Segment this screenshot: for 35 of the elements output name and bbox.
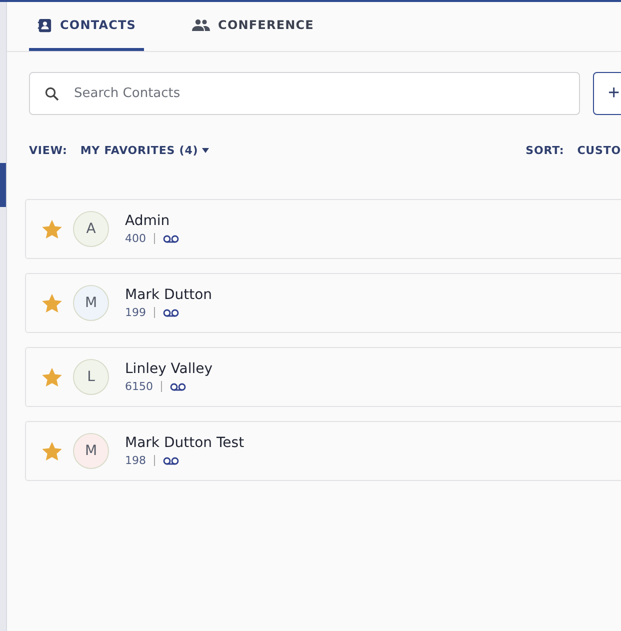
avatar: M [73,433,109,469]
sort-label: SORT: [526,144,564,157]
voicemail-icon[interactable] [163,456,179,464]
star-icon[interactable] [41,292,63,314]
star-icon[interactable] [41,218,63,240]
search-field[interactable]: Search Contacts [29,72,580,115]
contact-name: Admin [125,213,171,229]
tab[interactable]: CONTACTS [29,2,144,51]
view-label: VIEW: [29,144,68,157]
voicemail-icon[interactable] [170,382,186,390]
extension: 199 [125,306,146,319]
contact-name: Mark Dutton [125,287,212,303]
avatar: L [73,359,109,395]
people-icon [192,19,210,31]
address-book-icon [37,18,52,32]
caret-icon[interactable] [202,148,210,153]
star-icon[interactable] [41,440,63,462]
add-button[interactable]: + [593,72,621,115]
sort-dropdown[interactable]: CUSTO [577,144,621,157]
extension: 198 [125,454,146,467]
extension: 400 [125,232,146,245]
contact-card[interactable]: A Admin 400 [25,199,621,259]
voicemail-icon[interactable] [163,308,179,316]
contact-card[interactable]: L Linley Valley 6150 [25,347,621,407]
contact-name: Linley Valley [125,361,213,377]
view-dropdown[interactable]: MY FAVORITES (4) [80,144,198,157]
contact-name: Mark Dutton Test [125,435,244,451]
contact-card[interactable]: M Mark Dutton Test 198 [25,421,621,481]
extension: 6150 [125,380,153,393]
avatar: A [73,211,109,247]
star-icon[interactable] [41,366,63,388]
contact-card[interactable]: M Mark Dutton 199 [25,273,621,333]
avatar: M [73,285,109,321]
voicemail-icon[interactable] [163,234,179,242]
tab[interactable]: CONFERENCE [184,2,322,51]
